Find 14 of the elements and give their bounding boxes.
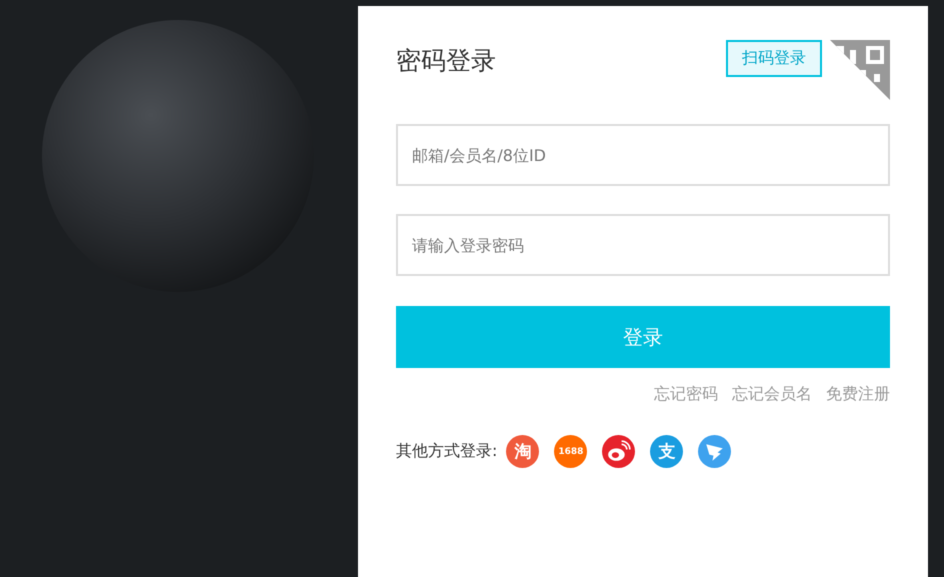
other-login-label: 其他方式登录: — [396, 441, 498, 462]
eye-logo-icon[interactable] — [602, 435, 636, 468]
provider-login-icon[interactable]: 1688 — [554, 435, 588, 468]
provider-login-icon[interactable]: 支 — [650, 435, 684, 468]
text-link[interactable]: 忘记密码 — [654, 384, 718, 405]
username-field[interactable]: 邮箱/会员名/8位ID — [396, 124, 890, 186]
qr-login-tooltip[interactable]: 扫码登录 — [726, 40, 822, 77]
wing-logo-icon[interactable] — [698, 435, 732, 468]
password-field[interactable]: 请输入登录密码 — [396, 214, 890, 276]
text-link[interactable]: 忘记会员名 — [732, 384, 812, 405]
text-link[interactable]: 免费注册 — [826, 384, 890, 405]
login-title: 密码登录 — [396, 45, 496, 77]
provider-login-icon[interactable]: 淘 — [506, 435, 540, 468]
login-button[interactable]: 登录 — [396, 306, 890, 368]
